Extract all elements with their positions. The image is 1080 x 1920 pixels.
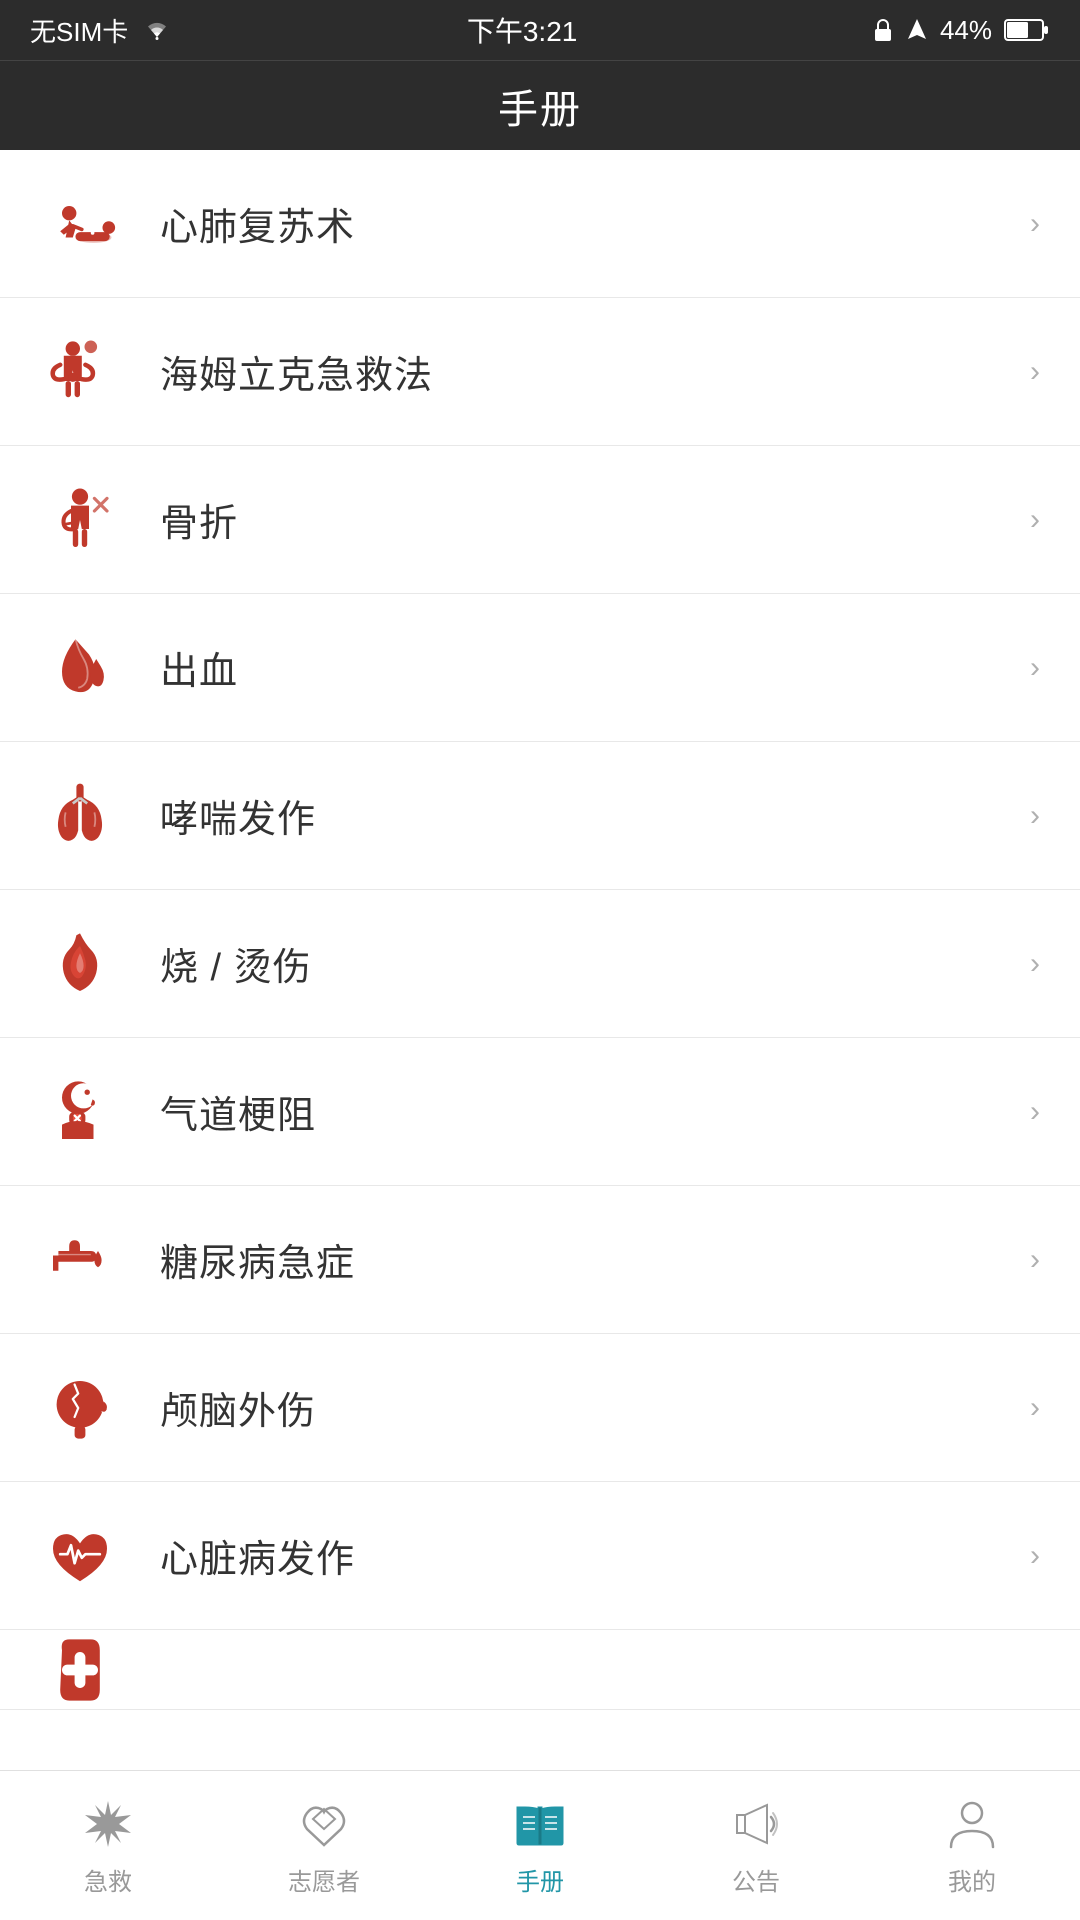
heimlich-icon	[40, 332, 120, 412]
more-icon	[40, 1630, 120, 1710]
bulletin-tab-icon	[726, 1794, 786, 1854]
firstaid-tab-label: 急救	[84, 1862, 132, 1897]
list-item-bleeding[interactable]: 出血 ›	[0, 594, 1080, 742]
list-item-diabetes[interactable]: 糖尿病急症 ›	[0, 1186, 1080, 1334]
list-item-headinjury[interactable]: 颅脑外伤 ›	[0, 1334, 1080, 1482]
headinjury-icon	[40, 1368, 120, 1448]
mine-tab-label: 我的	[948, 1862, 996, 1897]
burn-icon	[40, 924, 120, 1004]
tab-bulletin[interactable]: 公告	[648, 1771, 864, 1920]
location-icon	[906, 17, 928, 43]
list-item-fracture[interactable]: 骨折 ›	[0, 446, 1080, 594]
volunteer-tab-icon	[294, 1794, 354, 1854]
wifi-icon	[142, 19, 172, 41]
heimlich-chevron: ›	[1030, 355, 1040, 389]
bleeding-chevron: ›	[1030, 651, 1040, 685]
list-item-cpr[interactable]: 心肺复苏术 ›	[0, 150, 1080, 298]
heartattack-icon	[40, 1516, 120, 1596]
diabetes-icon	[40, 1220, 120, 1300]
bleeding-icon	[40, 628, 120, 708]
list-item-burn[interactable]: 烧 / 烫伤 ›	[0, 890, 1080, 1038]
sim-status: 无SIM卡	[30, 12, 128, 49]
page-title: 手册	[498, 77, 582, 135]
battery-text: 44%	[940, 15, 992, 46]
manual-tab-icon	[510, 1794, 570, 1854]
manual-list: 心肺复苏术 › 海姆立克急救法 ›	[0, 150, 1080, 1770]
heartattack-label: 心脏病发作	[160, 1528, 1030, 1583]
list-item-more[interactable]	[0, 1630, 1080, 1710]
asthma-chevron: ›	[1030, 799, 1040, 833]
firstaid-tab-icon	[78, 1794, 138, 1854]
list-item-asthma[interactable]: 哮喘发作 ›	[0, 742, 1080, 890]
asthma-icon	[40, 776, 120, 856]
burn-chevron: ›	[1030, 947, 1040, 981]
headinjury-label: 颅脑外伤	[160, 1380, 1030, 1435]
fracture-chevron: ›	[1030, 503, 1040, 537]
tab-firstaid[interactable]: 急救	[0, 1771, 216, 1920]
fracture-label: 骨折	[160, 492, 1030, 547]
bleeding-label: 出血	[160, 640, 1030, 695]
status-left: 无SIM卡	[30, 12, 172, 49]
list-item-heimlich[interactable]: 海姆立克急救法 ›	[0, 298, 1080, 446]
list-item-airway[interactable]: 气道梗阻 ›	[0, 1038, 1080, 1186]
status-time: 下午3:21	[467, 10, 578, 50]
heartattack-chevron: ›	[1030, 1539, 1040, 1573]
diabetes-label: 糖尿病急症	[160, 1232, 1030, 1287]
headinjury-chevron: ›	[1030, 1391, 1040, 1425]
asthma-label: 哮喘发作	[160, 788, 1030, 843]
status-bar: 无SIM卡 下午3:21 44%	[0, 0, 1080, 60]
cpr-label: 心肺复苏术	[160, 196, 1030, 251]
tab-manual[interactable]: 手册	[432, 1771, 648, 1920]
diabetes-chevron: ›	[1030, 1243, 1040, 1277]
cpr-chevron: ›	[1030, 207, 1040, 241]
mine-tab-icon	[942, 1794, 1002, 1854]
airway-chevron: ›	[1030, 1095, 1040, 1129]
list-item-heartattack[interactable]: 心脏病发作 ›	[0, 1482, 1080, 1630]
battery-icon	[1004, 18, 1050, 42]
status-right: 44%	[872, 15, 1050, 46]
tab-volunteer[interactable]: 志愿者	[216, 1771, 432, 1920]
airway-icon	[40, 1072, 120, 1152]
bulletin-tab-label: 公告	[732, 1862, 780, 1897]
lock-icon	[872, 17, 894, 43]
burn-label: 烧 / 烫伤	[160, 936, 1030, 991]
heimlich-label: 海姆立克急救法	[160, 344, 1030, 399]
tab-bar: 急救 志愿者	[0, 1770, 1080, 1920]
volunteer-tab-label: 志愿者	[288, 1862, 360, 1897]
fracture-icon	[40, 480, 120, 560]
page-header: 手册	[0, 60, 1080, 150]
manual-tab-label: 手册	[516, 1862, 564, 1897]
airway-label: 气道梗阻	[160, 1084, 1030, 1139]
cpr-icon	[40, 184, 120, 264]
tab-mine[interactable]: 我的	[864, 1771, 1080, 1920]
